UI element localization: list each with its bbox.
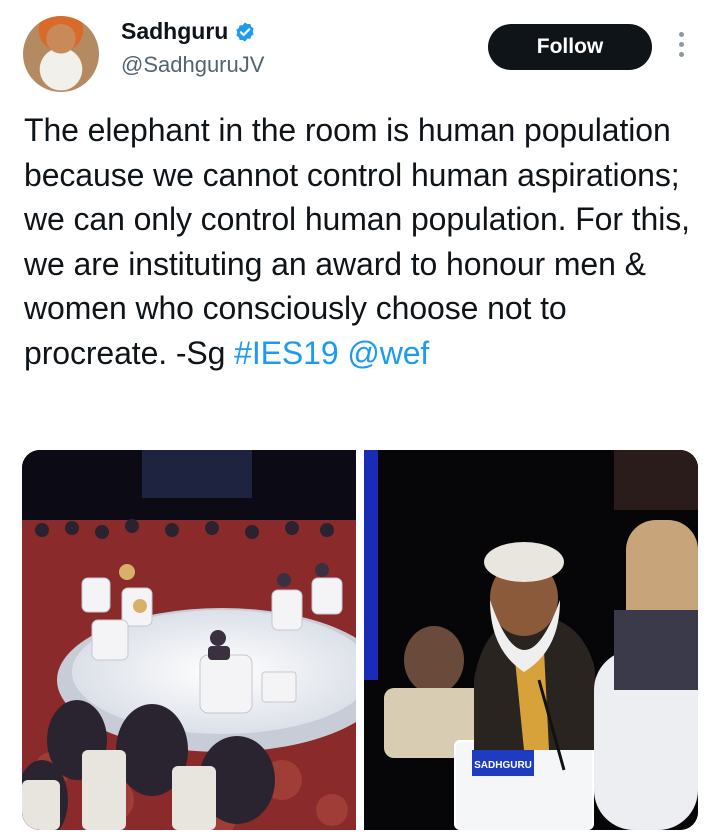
media-grid: SADHGURU [22,450,698,830]
mention-link[interactable]: @wef [347,335,429,371]
speaker-placard: SADHGURU [474,760,532,771]
tweet-photo-speaker[interactable]: SADHGURU [364,450,698,830]
follow-button[interactable]: Follow [488,24,652,70]
photo-icon: SADHGURU [364,450,698,830]
author-name-row[interactable]: Sadhguru [121,18,256,45]
tweet-text-body: The elephant in the room is human popula… [24,112,690,371]
hashtag-link[interactable]: #IES19 [234,335,338,371]
author-handle[interactable]: @SadhguruJV [121,52,264,78]
tweet-photo-panel-stage[interactable] [22,450,356,830]
more-options-icon[interactable] [676,32,686,62]
avatar[interactable] [23,16,99,92]
verified-badge-icon [236,21,254,42]
tweet-text: The elephant in the room is human popula… [24,108,704,375]
tweet-header: Sadhguru @SadhguruJV Follow [0,0,720,100]
photo-icon [22,450,356,830]
author-display-name[interactable]: Sadhguru [121,18,228,45]
